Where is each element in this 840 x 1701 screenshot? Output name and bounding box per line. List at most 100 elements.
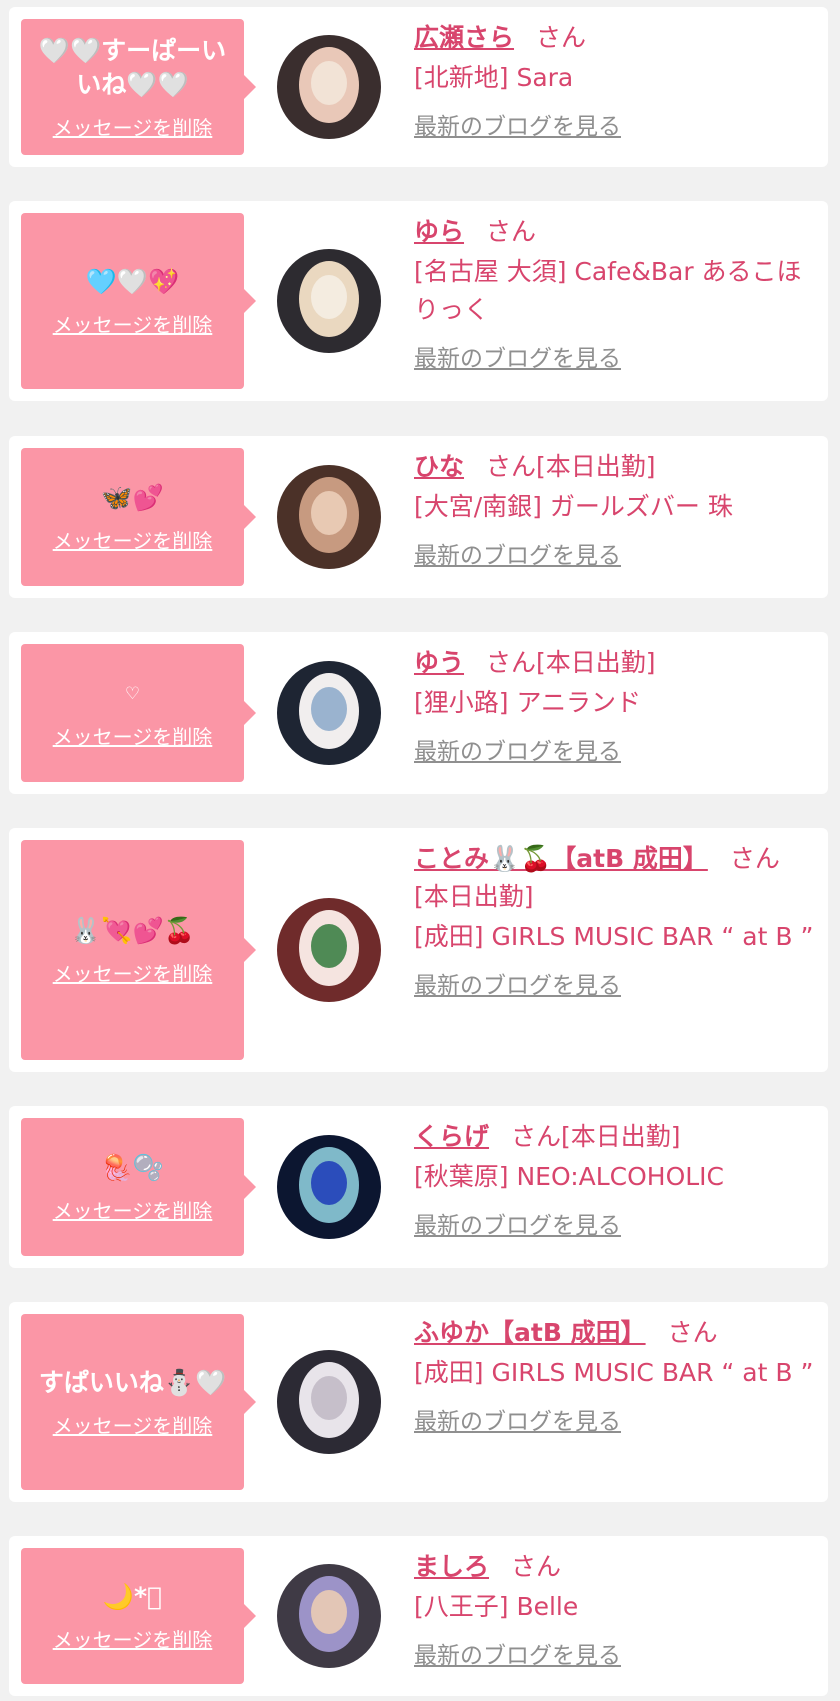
cast-info: ゆら さん [名古屋 大須] Cafe&Bar あるこほりっく 最新のブログを見る — [414, 213, 814, 373]
message-bubble: 🐰💘💕🍒 メッセージを削除 — [21, 840, 256, 1060]
shop-name: [名古屋 大須] Cafe&Bar あるこほりっく — [414, 257, 802, 324]
cast-name-link[interactable]: ひな — [414, 452, 464, 481]
honorific: さん — [486, 648, 537, 677]
delete-message-link[interactable]: メッセージを削除 — [53, 309, 213, 338]
honorific: さん — [536, 23, 587, 52]
avatar-face — [311, 1161, 347, 1205]
list-item: ♡ メッセージを削除 ゆう さん[本日出勤] [狸小路] アニランド 最新のブログ… — [9, 632, 828, 794]
latest-blog-link[interactable]: 最新のブログを見る — [414, 732, 621, 766]
status-badge: [本日出勤] — [561, 1122, 681, 1151]
honorific: さん — [486, 217, 537, 246]
message-text: 🦋💕 — [101, 482, 164, 512]
avatar-face — [311, 491, 347, 535]
message-bubble: 🦋💕 メッセージを削除 — [21, 448, 256, 586]
avatar-photo — [277, 661, 381, 765]
message-text: 🪼🫧 — [101, 1152, 164, 1182]
list-item: 🐰💘💕🍒 メッセージを削除 ことみ🐰🍒【atB 成田】 さん [本日出勤] [成田]… — [9, 828, 828, 1072]
message-text: 🌙*ﾟ — [102, 1581, 163, 1611]
avatar[interactable] — [277, 898, 381, 1002]
latest-blog-link[interactable]: 最新のブログを見る — [414, 966, 621, 1000]
delete-message-link[interactable]: メッセージを削除 — [53, 1410, 213, 1439]
shop-name: [大宮/南銀] ガールズバー 珠 — [414, 492, 733, 521]
latest-blog-link[interactable]: 最新のブログを見る — [414, 1636, 621, 1670]
avatar-photo — [277, 249, 381, 353]
list-item: すぱいいね⛄️🤍 メッセージを削除 ふゆか【atB 成田】 さん [成田] GIR… — [9, 1302, 828, 1502]
message-text: 🐰💘💕🍒 — [70, 915, 195, 945]
shop-name: [八王子] Belle — [414, 1592, 579, 1621]
avatar-face — [311, 1590, 347, 1634]
message-bubble: すぱいいね⛄️🤍 メッセージを削除 — [21, 1314, 256, 1490]
cast-info: くらげ さん[本日出勤] [秋葉原] NEO:ALCOHOLIC 最新のブログを見… — [414, 1118, 814, 1240]
avatar-photo — [277, 1350, 381, 1454]
avatar-photo — [277, 1564, 381, 1668]
honorific: さん — [667, 1318, 718, 1347]
cast-info: ことみ🐰🍒【atB 成田】 さん [本日出勤] [成田] GIRLS MUSIC B… — [414, 840, 814, 1000]
shop-name: [秋葉原] NEO:ALCOHOLIC — [414, 1162, 725, 1191]
avatar[interactable] — [277, 1564, 381, 1668]
cast-info: 広瀬さら さん [北新地] Sara 最新のブログを見る — [414, 19, 814, 141]
avatar-photo — [277, 35, 381, 139]
list-item: 🩵🤍💖 メッセージを削除 ゆら さん [名古屋 大須] Cafe&Bar あるこほ… — [9, 201, 828, 401]
honorific: さん — [729, 844, 780, 873]
message-text: 🤍🤍すーぱーいいね🤍🤍 — [38, 35, 227, 99]
delete-message-link[interactable]: メッセージを削除 — [53, 721, 213, 750]
status-badge: [本日出勤] — [536, 452, 656, 481]
avatar-face — [311, 924, 347, 968]
cast-name-link[interactable]: ましろ — [414, 1552, 489, 1581]
shop-name: [狸小路] アニランド — [414, 688, 641, 717]
latest-blog-link[interactable]: 最新のブログを見る — [414, 536, 621, 570]
shop-name: [北新地] Sara — [414, 63, 574, 92]
avatar-face — [311, 1376, 347, 1420]
delete-message-link[interactable]: メッセージを削除 — [53, 112, 213, 141]
avatar-face — [311, 275, 347, 319]
list-item: 🦋💕 メッセージを削除 ひな さん[本日出勤] [大宮/南銀] ガールズバー 珠 … — [9, 436, 828, 598]
avatar-photo — [277, 1135, 381, 1239]
delete-message-link[interactable]: メッセージを削除 — [53, 958, 213, 987]
latest-blog-link[interactable]: 最新のブログを見る — [414, 1206, 621, 1240]
latest-blog-link[interactable]: 最新のブログを見る — [414, 339, 621, 373]
message-text: すぱいいね⛄️🤍 — [38, 1367, 227, 1397]
cast-name-link[interactable]: ゆら — [414, 217, 464, 246]
cast-name-link[interactable]: ふゆか【atB 成田】 — [414, 1318, 646, 1347]
honorific: さん — [511, 1552, 562, 1581]
status-badge: [本日出勤] — [536, 648, 656, 677]
message-bubble: 🪼🫧 メッセージを削除 — [21, 1118, 256, 1256]
avatar-photo — [277, 465, 381, 569]
avatar[interactable] — [277, 661, 381, 765]
avatar[interactable] — [277, 35, 381, 139]
cast-info: ひな さん[本日出勤] [大宮/南銀] ガールズバー 珠 最新のブログを見る — [414, 448, 814, 570]
honorific: さん — [511, 1122, 562, 1151]
delete-message-link[interactable]: メッセージを削除 — [53, 1195, 213, 1224]
avatar[interactable] — [277, 1135, 381, 1239]
list-item: 🌙*ﾟ メッセージを削除 ましろ さん [八王子] Belle 最新のブログを見る — [9, 1536, 828, 1696]
message-bubble: 🌙*ﾟ メッセージを削除 — [21, 1548, 256, 1684]
latest-blog-link[interactable]: 最新のブログを見る — [414, 107, 621, 141]
cast-info: ゆう さん[本日出勤] [狸小路] アニランド 最新のブログを見る — [414, 644, 814, 766]
avatar[interactable] — [277, 465, 381, 569]
status-badge: [本日出勤] — [414, 882, 534, 911]
honorific: さん — [486, 452, 537, 481]
list-item: 🤍🤍すーぱーいいね🤍🤍 メッセージを削除 広瀬さら さん [北新地] Sara 最… — [9, 7, 828, 167]
cast-info: ましろ さん [八王子] Belle 最新のブログを見る — [414, 1548, 814, 1670]
avatar-face — [311, 61, 347, 105]
cast-name-link[interactable]: ゆう — [414, 648, 464, 677]
delete-message-link[interactable]: メッセージを削除 — [53, 525, 213, 554]
cast-info: ふゆか【atB 成田】 さん [成田] GIRLS MUSIC BAR “ at … — [414, 1314, 814, 1436]
message-bubble: ♡ メッセージを削除 — [21, 644, 256, 782]
message-list: 🤍🤍すーぱーいいね🤍🤍 メッセージを削除 広瀬さら さん [北新地] Sara 最… — [0, 0, 840, 1701]
shop-name: [成田] GIRLS MUSIC BAR “ at B ” — [414, 1358, 814, 1387]
message-bubble: 🤍🤍すーぱーいいね🤍🤍 メッセージを削除 — [21, 19, 256, 155]
delete-message-link[interactable]: メッセージを削除 — [53, 1624, 213, 1653]
cast-name-link[interactable]: 広瀬さら — [414, 23, 514, 52]
message-text: ♡ — [124, 683, 141, 704]
latest-blog-link[interactable]: 最新のブログを見る — [414, 1402, 621, 1436]
list-item: 🪼🫧 メッセージを削除 くらげ さん[本日出勤] [秋葉原] NEO:ALCOHO… — [9, 1106, 828, 1268]
shop-name: [成田] GIRLS MUSIC BAR “ at B ” — [414, 922, 814, 951]
cast-name-link[interactable]: くらげ — [414, 1122, 489, 1151]
avatar[interactable] — [277, 1350, 381, 1454]
cast-name-link[interactable]: ことみ🐰🍒【atB 成田】 — [414, 844, 708, 873]
message-bubble: 🩵🤍💖 メッセージを削除 — [21, 213, 256, 389]
avatar-face — [311, 687, 347, 731]
avatar[interactable] — [277, 249, 381, 353]
message-text: 🩵🤍💖 — [85, 266, 180, 296]
